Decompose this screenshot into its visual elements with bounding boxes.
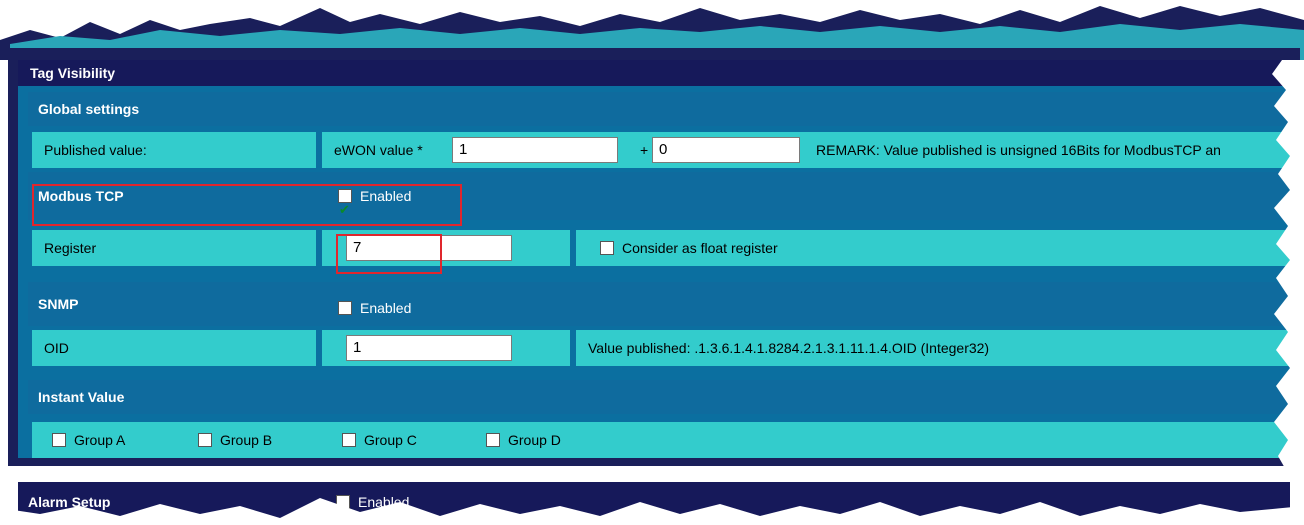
published-value-label: Published value: — [32, 132, 316, 168]
panel-title: Tag Visibility — [18, 60, 1290, 86]
float-register-cell: Consider as float register — [576, 230, 1290, 266]
oid-label: OID — [32, 330, 316, 366]
section-global-settings: Global settings — [28, 92, 1290, 126]
checkbox-icon — [342, 433, 356, 448]
section-title: Instant Value — [38, 389, 125, 405]
published-value-row: Published value: eWON value * 1 + 0 REMA… — [32, 132, 1290, 168]
torn-edge-bottom — [0, 498, 1304, 525]
section-instant-value: Instant Value — [28, 380, 1290, 414]
ewon-value-label: eWON value * — [334, 142, 423, 158]
checkbox-icon — [52, 433, 66, 448]
checkbox-icon — [600, 241, 614, 256]
group-label: Group A — [74, 432, 126, 448]
group-c-checkbox[interactable]: Group C — [342, 422, 417, 458]
snmp-enabled-checkbox[interactable]: Enabled — [338, 286, 411, 330]
section-snmp: SNMP Enabled — [28, 282, 1290, 326]
value-published-text: Value published: .1.3.6.1.4.1.8284.2.1.3… — [576, 330, 1290, 366]
group-b-checkbox[interactable]: Group B — [198, 422, 272, 458]
oid-cell: 1 — [322, 330, 570, 366]
section-title: SNMP — [38, 296, 79, 312]
float-register-label: Consider as float register — [622, 240, 778, 256]
group-label: Group C — [364, 432, 417, 448]
highlight-box-modbus — [32, 184, 462, 226]
published-value-cell: eWON value * 1 + 0 REMARK: Value publish… — [322, 132, 1290, 168]
section-title: Global settings — [38, 101, 140, 117]
instant-value-row: Group A Group B Group C Group D — [32, 422, 1290, 458]
checkbox-icon — [338, 301, 352, 316]
group-label: Group D — [508, 432, 561, 448]
float-register-checkbox[interactable]: Consider as float register — [600, 240, 778, 256]
register-label: Register — [32, 230, 316, 266]
group-d-checkbox[interactable]: Group D — [486, 422, 561, 458]
groups-cell: Group A Group B Group C Group D — [32, 422, 1290, 458]
remark-text: REMARK: Value published is unsigned 16Bi… — [816, 142, 1221, 158]
torn-edge-right — [1272, 60, 1304, 470]
checkbox-icon — [486, 433, 500, 448]
group-label: Group B — [220, 432, 273, 448]
register-row: Register 7 Consider as float register — [32, 230, 1290, 266]
checkbox-icon — [198, 433, 212, 448]
oid-row: OID 1 Value published: .1.3.6.1.4.1.8284… — [32, 330, 1290, 366]
enabled-label: Enabled — [360, 300, 412, 316]
plus-label: + — [640, 142, 649, 158]
multiplier-input[interactable]: 1 — [452, 137, 618, 163]
oid-input[interactable]: 1 — [346, 335, 512, 361]
offset-input[interactable]: 0 — [652, 137, 800, 163]
group-a-checkbox[interactable]: Group A — [52, 422, 125, 458]
highlight-box-register — [336, 234, 442, 274]
